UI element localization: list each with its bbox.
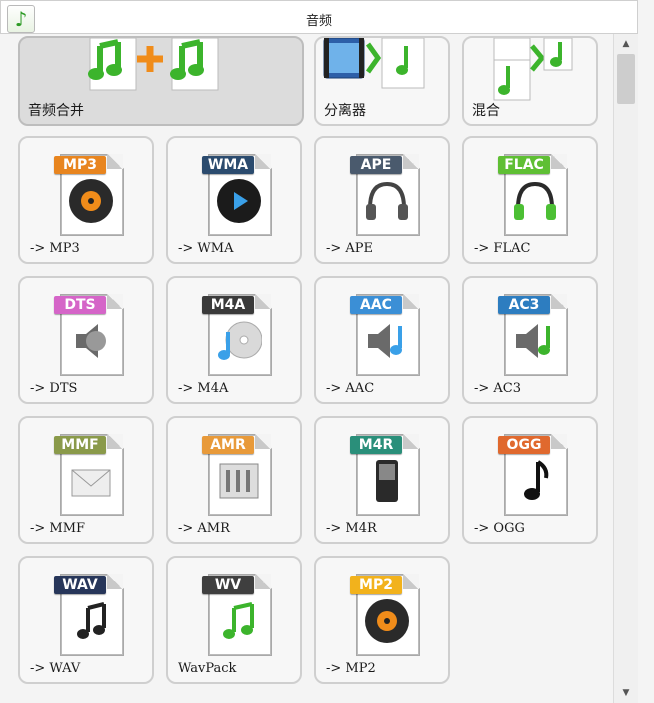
speaker-note-icon	[368, 324, 402, 358]
scroll-thumb[interactable]	[617, 54, 635, 104]
tile-format-wma[interactable]: WMA -> WMA	[166, 136, 302, 264]
scroll-up-button[interactable]: ▲	[614, 36, 638, 52]
tile-format-ogg[interactable]: OGG -> OGG	[462, 416, 598, 544]
tile-format-amr[interactable]: AMR -> AMR	[166, 416, 302, 544]
tile-format-ac3[interactable]: AC3 -> AC3	[462, 276, 598, 404]
file-icon: M4A	[202, 290, 276, 376]
file-icon: AAC	[350, 290, 424, 376]
tile-audio-merge[interactable]: 音频合并	[18, 36, 304, 126]
tile-label: -> MP2	[326, 661, 376, 676]
tile-label: -> AMR	[178, 521, 230, 536]
tool-grid: 音频合并 分离器 混合 MP3 -> MP3 WMA -> WMA APE ->…	[0, 34, 611, 703]
tile-label: -> WAV	[30, 661, 81, 676]
file-icon: FLAC	[498, 150, 572, 236]
file-icon: MP2	[350, 570, 424, 656]
audio-mix-icon	[493, 38, 573, 101]
file-icon: WV	[202, 570, 276, 656]
tile-format-wav[interactable]: WAV -> WAV	[18, 556, 154, 684]
tile-label: -> MP3	[30, 241, 80, 256]
tile-format-aac[interactable]: AAC -> AAC	[314, 276, 450, 404]
vertical-scrollbar[interactable]: ▲ ▼	[613, 34, 638, 703]
tile-format-flac[interactable]: FLAC -> FLAC	[462, 136, 598, 264]
disc-icon	[69, 179, 113, 223]
tile-label: -> MMF	[30, 521, 86, 536]
file-icon: M4R	[350, 430, 424, 516]
scroll-down-button[interactable]: ▼	[614, 685, 638, 701]
file-icon: OGG	[498, 430, 572, 516]
tile-format-dts[interactable]: DTS -> DTS	[18, 276, 154, 404]
tile-format-m4r[interactable]: M4R -> M4R	[314, 416, 450, 544]
music-notes-icon	[223, 602, 254, 639]
file-icon: MP3	[54, 150, 128, 236]
tile-label: WavPack	[178, 661, 237, 676]
music-notes-icon	[77, 602, 106, 639]
file-icon: MMF	[54, 430, 128, 516]
file-icon: AC3	[498, 290, 572, 376]
headphones-icon	[514, 181, 556, 220]
tile-format-m4a[interactable]: M4A -> M4A	[166, 276, 302, 404]
tile-label: -> APE	[326, 241, 374, 256]
phone-icon	[376, 460, 398, 502]
disc-icon	[365, 599, 409, 643]
tile-format-mp3[interactable]: MP3 -> MP3	[18, 136, 154, 264]
tile-label: -> AC3	[474, 381, 522, 396]
file-icon: AMR	[202, 430, 276, 516]
tile-label: -> FLAC	[474, 241, 531, 256]
tile-label: 分离器	[324, 103, 366, 119]
mixer-icon	[219, 463, 259, 499]
tile-label: -> WMA	[178, 241, 234, 256]
cd-note-icon	[218, 321, 262, 360]
file-icon: DTS	[54, 290, 128, 376]
tile-label: 混合	[472, 103, 500, 119]
tile-label: -> AAC	[326, 381, 375, 396]
tile-label: 音频合并	[28, 103, 84, 119]
tile-format-mp2[interactable]: MP2 -> MP2	[314, 556, 450, 684]
tile-format-ape[interactable]: APE -> APE	[314, 136, 450, 264]
tile-label: -> M4R	[326, 521, 377, 536]
tile-separator[interactable]: 分离器	[314, 36, 450, 126]
tile-label: -> M4A	[178, 381, 229, 396]
tile-label: -> OGG	[474, 521, 525, 536]
window-title: 音频	[305, 14, 332, 29]
music-note-icon	[524, 460, 549, 500]
tile-format-wavpack[interactable]: WV WavPack	[166, 556, 302, 684]
tile-mix[interactable]: 混合	[462, 36, 598, 126]
audio-merge-icon	[88, 38, 219, 91]
media-disc-icon	[217, 179, 261, 223]
audio-separator-icon	[323, 38, 425, 89]
file-icon: WAV	[54, 570, 128, 656]
tile-format-mmf[interactable]: MMF -> MMF	[18, 416, 154, 544]
envelope-icon	[71, 469, 111, 497]
file-icon: WMA	[202, 150, 276, 236]
speaker-note-icon	[516, 324, 550, 358]
file-icon: APE	[350, 150, 424, 236]
speaker-icon	[76, 324, 106, 358]
headphones-icon	[366, 181, 408, 220]
tile-label: -> DTS	[30, 381, 78, 396]
title-bar: ♪ 音频	[0, 0, 638, 34]
